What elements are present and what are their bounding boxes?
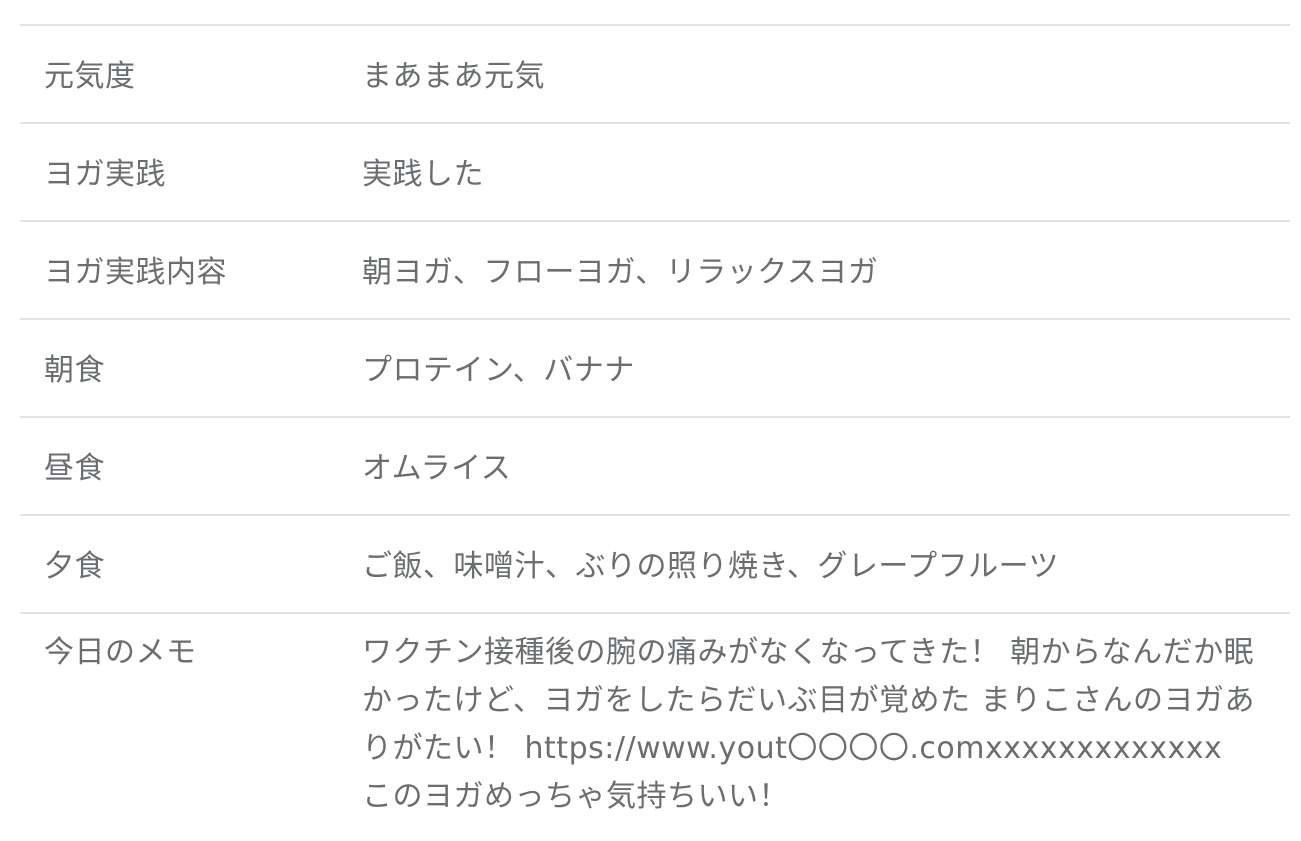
row-label: 今日のメモ — [44, 635, 197, 670]
row-label: ヨガ実践内容 — [44, 255, 227, 290]
memo-text: ワクチン接種後の腕の痛みがなくなってきた！ 朝からなんだか眠かったけど、ヨガをし… — [362, 635, 1256, 814]
row-label: 夕食 — [44, 549, 105, 584]
row-value: ご飯、味噌汁、ぶりの照り焼き、グレープフルーツ — [362, 549, 1059, 584]
table-row-memo: 今日のメモ ワクチン接種後の腕の痛みがなくなってきた！ 朝からなんだか眠かったけ… — [20, 614, 1290, 831]
table-row-breakfast: 朝食 プロテイン、バナナ — [20, 320, 1290, 418]
row-value: まあまあ元気 — [362, 59, 545, 94]
table-row-dinner: 夕食 ご飯、味噌汁、ぶりの照り焼き、グレープフルーツ — [20, 516, 1290, 614]
table-row-yoga-practice: ヨガ実践 実践した — [20, 124, 1290, 222]
table-row-energy: 元気度 まあまあ元気 — [20, 26, 1290, 124]
row-label: 昼食 — [44, 451, 105, 486]
table-row-yoga-content: ヨガ実践内容 朝ヨガ、フローヨガ、リラックスヨガ — [20, 222, 1290, 320]
row-label: 元気度 — [44, 59, 136, 94]
row-value: 実践した — [362, 157, 484, 192]
row-value: プロテイン、バナナ — [362, 353, 635, 388]
row-label: 朝食 — [44, 353, 105, 388]
row-value: オムライス — [362, 451, 512, 486]
row-value: 朝ヨガ、フローヨガ、リラックスヨガ — [362, 255, 879, 290]
table-row-lunch: 昼食 オムライス — [20, 418, 1290, 516]
daily-log-table: 元気度 まあまあ元気 ヨガ実践 実践した ヨガ実践内容 朝ヨガ、フローヨガ、リラ… — [20, 24, 1290, 831]
row-label: ヨガ実践 — [44, 157, 166, 192]
